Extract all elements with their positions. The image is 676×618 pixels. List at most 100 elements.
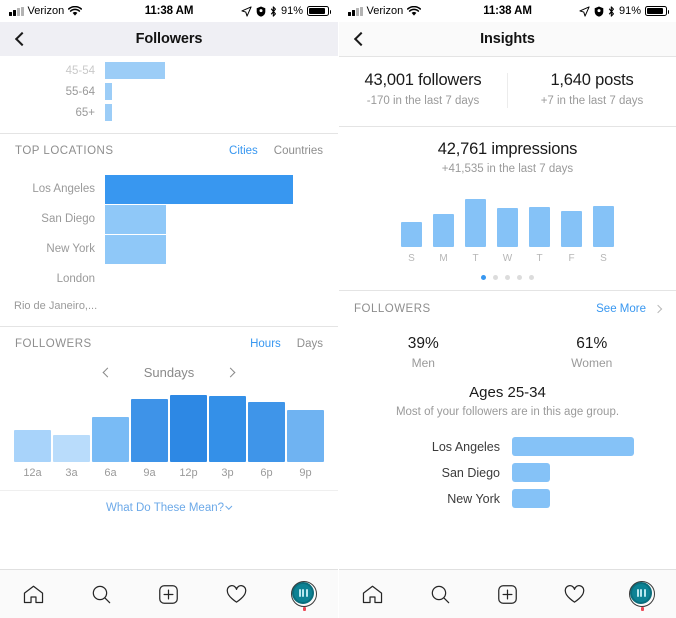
see-more-link[interactable]: See More bbox=[596, 303, 646, 315]
location-row-bar bbox=[105, 204, 166, 234]
notification-dot bbox=[641, 607, 645, 611]
age-row-label: 45-54 bbox=[65, 64, 95, 77]
chevron-down-icon bbox=[225, 502, 233, 510]
right-nav-bar: Insights bbox=[339, 22, 676, 56]
location-row: Los Angeles bbox=[339, 434, 676, 460]
impressions-bar bbox=[593, 206, 614, 247]
chevron-right-icon bbox=[653, 304, 663, 313]
men-percent: 39% bbox=[407, 334, 439, 352]
hours-bar bbox=[170, 395, 207, 462]
bluetooth-icon bbox=[608, 5, 614, 17]
impressions-bar bbox=[433, 213, 454, 247]
location-row-label: Los Angeles bbox=[431, 439, 500, 454]
battery-icon bbox=[645, 6, 670, 16]
tab-add-post[interactable] bbox=[135, 570, 203, 618]
gender-women: 61% Women bbox=[508, 335, 676, 370]
avatar-ring bbox=[629, 581, 656, 607]
age-row-label: 65+ bbox=[75, 106, 95, 119]
what-do-these-mean-link[interactable]: What Do These Mean? bbox=[0, 491, 338, 524]
impressions-tick-label: T bbox=[536, 252, 543, 264]
home-icon bbox=[363, 585, 383, 603]
followers-section-header[interactable]: FOLLOWERS See More bbox=[339, 291, 676, 327]
tab-home[interactable] bbox=[339, 570, 406, 618]
back-button[interactable] bbox=[339, 22, 383, 56]
segment-cities[interactable]: Cities bbox=[229, 145, 258, 157]
age-chart-partial: 45-54 55-64 65+ bbox=[0, 56, 338, 133]
cellular-signal-icon bbox=[348, 6, 363, 16]
location-row: London bbox=[0, 264, 338, 294]
plus-square-icon bbox=[159, 584, 179, 604]
next-day-button[interactable] bbox=[208, 367, 252, 378]
age-row-label: 55-64 bbox=[65, 85, 95, 98]
tab-add-post[interactable] bbox=[474, 570, 541, 618]
location-row-label: New York bbox=[447, 491, 500, 506]
day-selector: Sundays bbox=[0, 365, 338, 380]
impressions-bar bbox=[401, 221, 422, 247]
dual-screenshot: Verizon 11:38 AM 91% Followers 45-54 55-… bbox=[0, 0, 676, 618]
chevron-left-icon bbox=[14, 31, 30, 47]
chevron-right-icon bbox=[225, 367, 236, 378]
tab-search[interactable] bbox=[68, 570, 136, 618]
segment-days[interactable]: Days bbox=[297, 338, 323, 350]
location-row: New York bbox=[0, 234, 338, 264]
posts-stat[interactable]: 1,640 posts +7 in the last 7 days bbox=[508, 71, 676, 110]
hours-tick-label: 9a bbox=[143, 467, 156, 479]
previous-day-button[interactable] bbox=[86, 367, 130, 378]
followers-stat-delta: -170 in the last 7 days bbox=[366, 95, 480, 107]
status-bar-left: Verizon bbox=[9, 5, 145, 17]
page-title: Insights bbox=[480, 31, 535, 47]
avatar-ring bbox=[291, 581, 318, 607]
location-row: Los Angeles bbox=[0, 174, 338, 204]
carousel-page-dots[interactable] bbox=[339, 264, 676, 290]
age-row: 45-54 bbox=[0, 60, 338, 81]
status-bar-right: 91% bbox=[193, 5, 332, 17]
impressions-bar bbox=[497, 208, 518, 247]
hours-tick-label: 3a bbox=[65, 467, 78, 479]
posts-stat-delta: +7 in the last 7 days bbox=[540, 95, 644, 107]
status-bar-right: 91% bbox=[532, 5, 670, 17]
tab-profile[interactable] bbox=[609, 570, 676, 618]
hours-chart: 12a 3a 6a 9a 12p 3p 6p 9p bbox=[0, 390, 338, 479]
followers-hours-header: FOLLOWERS Hours Days bbox=[0, 327, 338, 361]
location-arrow-icon bbox=[241, 5, 252, 17]
segment-countries[interactable]: Countries bbox=[274, 145, 323, 157]
tab-search[interactable] bbox=[406, 570, 473, 618]
impressions-tick-label: M bbox=[439, 252, 448, 264]
chevron-left-icon bbox=[102, 367, 113, 378]
impressions-week-chart: S M T W T F S bbox=[339, 183, 676, 264]
page-dot bbox=[517, 274, 522, 280]
hours-bar bbox=[248, 402, 285, 462]
hours-tick-label: 3p bbox=[221, 467, 234, 479]
location-row-label: Los Angeles bbox=[32, 183, 95, 195]
location-row-label: San Diego bbox=[41, 213, 95, 225]
tab-profile[interactable] bbox=[270, 570, 338, 618]
status-bar-left: Verizon bbox=[348, 5, 483, 17]
tab-home[interactable] bbox=[0, 570, 68, 618]
page-title: Followers bbox=[135, 31, 203, 47]
hours-tick-label: 12p bbox=[179, 467, 198, 479]
tab-activity[interactable] bbox=[203, 570, 271, 618]
hours-bar bbox=[209, 396, 246, 462]
right-tab-bar bbox=[339, 569, 676, 618]
notification-dot bbox=[303, 607, 307, 611]
hours-tick-label: 12a bbox=[23, 467, 42, 479]
location-row-bar bbox=[512, 489, 550, 509]
age-group-block: Ages 25-34 Most of your followers are in… bbox=[339, 372, 676, 418]
page-dot bbox=[505, 274, 510, 280]
segment-hours[interactable]: Hours bbox=[250, 338, 281, 350]
gender-men: 39% Men bbox=[339, 335, 508, 370]
day-selector-label: Sundays bbox=[143, 365, 195, 380]
impressions-bar bbox=[465, 198, 486, 247]
back-button[interactable] bbox=[0, 22, 44, 56]
hours-bar bbox=[92, 416, 129, 462]
locations-segment-control: Cities Countries bbox=[229, 145, 323, 157]
plus-square-icon bbox=[498, 584, 517, 604]
profile-avatar bbox=[629, 581, 656, 611]
page-dot-active bbox=[481, 274, 486, 280]
followers-segment-control: Hours Days bbox=[250, 338, 323, 350]
tab-activity[interactable] bbox=[541, 570, 608, 618]
followers-stat[interactable]: 43,001 followers -170 in the last 7 days bbox=[339, 71, 507, 110]
top-locations-header: TOP LOCATIONS Cities Countries bbox=[0, 134, 338, 168]
impressions-tick-label: F bbox=[568, 252, 575, 264]
search-icon bbox=[92, 585, 111, 603]
